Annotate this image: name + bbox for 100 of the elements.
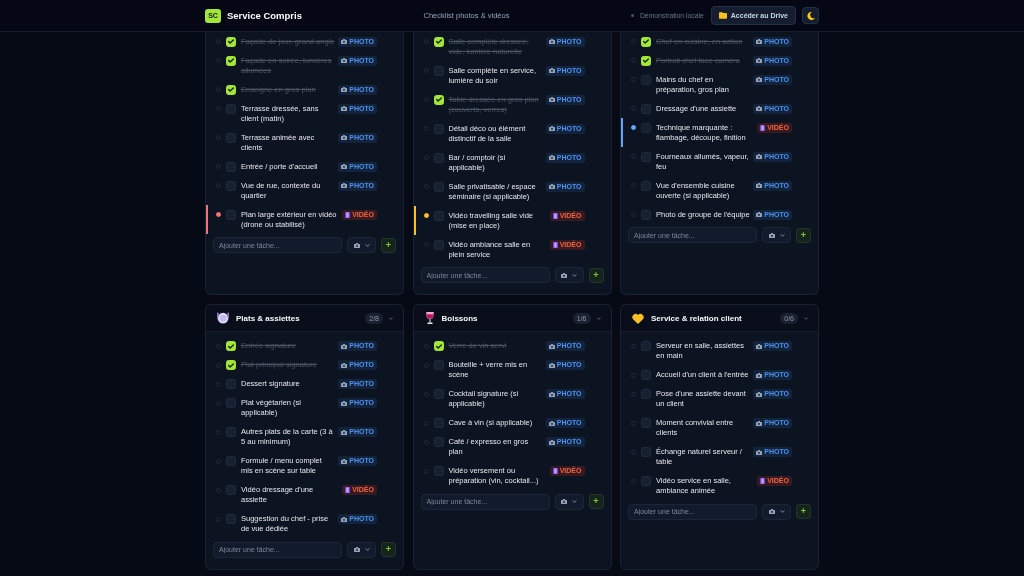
theme-toggle-button[interactable] (802, 7, 819, 24)
camera-icon (341, 58, 348, 63)
checkbox[interactable] (226, 379, 236, 389)
checkbox[interactable] (641, 370, 651, 380)
camera-icon (353, 242, 360, 248)
checkbox[interactable] (433, 239, 444, 250)
checkbox[interactable] (641, 103, 651, 114)
film-icon (552, 212, 558, 219)
camera-icon (561, 272, 567, 278)
camera-icon (756, 58, 763, 63)
add-button[interactable]: + (381, 237, 396, 253)
check-icon (435, 39, 442, 44)
group-title: Boissons (441, 313, 479, 323)
add-button[interactable]: + (796, 504, 811, 519)
checkbox[interactable] (226, 456, 236, 466)
checkbox[interactable] (226, 209, 236, 220)
checkbox[interactable] (433, 210, 444, 221)
checkbox[interactable] (433, 466, 444, 476)
checkbox[interactable] (226, 485, 236, 495)
camera-icon (768, 232, 775, 238)
camera-icon (548, 39, 555, 44)
caret-icon (779, 510, 785, 513)
camera-icon (756, 343, 763, 349)
camera-icon (756, 183, 763, 188)
wine-glass-icon (424, 312, 435, 324)
status-dot-icon (630, 14, 634, 17)
checkbox[interactable] (641, 122, 651, 133)
checkbox[interactable] (226, 161, 236, 172)
heart-icon (632, 312, 644, 324)
camera-icon (561, 499, 567, 504)
film-icon (552, 241, 558, 248)
camera-icon (341, 164, 348, 169)
folder-icon (718, 12, 727, 19)
collapse-icon[interactable] (596, 316, 601, 320)
checkbox[interactable] (433, 389, 444, 399)
type-select[interactable] (762, 503, 791, 520)
checkbox[interactable] (641, 389, 651, 399)
camera-icon (548, 362, 555, 368)
camera-icon (548, 420, 555, 426)
checkbox[interactable] (226, 427, 236, 437)
check-icon (228, 58, 234, 63)
collapse-icon[interactable] (804, 316, 808, 320)
camera-icon (548, 391, 555, 397)
add-button[interactable]: + (381, 542, 396, 557)
checkbox[interactable] (433, 65, 444, 76)
camera-icon (756, 420, 763, 426)
checkbox[interactable] (641, 341, 651, 351)
type-select[interactable] (347, 541, 376, 558)
camera-icon (341, 362, 348, 368)
checkbox[interactable] (641, 74, 651, 85)
checkbox[interactable] (641, 209, 651, 220)
caret-icon (572, 273, 577, 277)
checkbox[interactable] (226, 398, 236, 408)
checkbox[interactable] (433, 181, 444, 192)
camera-icon (341, 183, 348, 188)
collapse-icon[interactable] (389, 316, 393, 320)
camera-icon (548, 68, 555, 73)
check-icon (228, 87, 234, 92)
checkbox[interactable] (433, 152, 444, 163)
add-button[interactable]: + (588, 267, 604, 283)
check-icon (643, 58, 649, 63)
type-select[interactable] (347, 237, 376, 253)
group-title: Plats & assiettes (236, 313, 301, 323)
camera-icon (756, 449, 763, 455)
checkbox[interactable] (641, 418, 651, 428)
caret-icon (572, 500, 577, 503)
checkbox[interactable] (433, 418, 444, 428)
checkbox[interactable] (226, 132, 236, 143)
caret-icon (779, 233, 785, 237)
checkbox[interactable] (226, 514, 236, 524)
type-select[interactable] (554, 493, 584, 510)
checkbox[interactable] (641, 447, 651, 457)
camera-icon (756, 372, 763, 378)
add-button[interactable]: + (796, 227, 811, 243)
checkbox[interactable] (641, 151, 651, 162)
camera-icon (341, 458, 348, 464)
check-icon (228, 362, 234, 368)
add-button[interactable]: + (588, 494, 604, 509)
caret-icon (364, 243, 370, 247)
camera-icon (548, 343, 555, 349)
camera-icon (756, 391, 763, 397)
checkbox[interactable] (433, 123, 444, 134)
checkbox[interactable] (226, 180, 236, 191)
camera-icon (548, 126, 555, 131)
type-select[interactable] (554, 267, 584, 283)
check-icon (435, 343, 442, 349)
checkbox[interactable] (433, 437, 444, 447)
type-select[interactable] (762, 227, 791, 243)
camera-icon (756, 154, 763, 159)
checkbox[interactable] (641, 180, 651, 191)
checkbox[interactable] (226, 103, 236, 114)
checkbox[interactable] (641, 476, 651, 486)
checkbox[interactable] (433, 360, 444, 370)
camera-icon (341, 343, 348, 349)
camera-icon (341, 400, 348, 406)
camera-icon (341, 87, 348, 92)
film-icon (760, 124, 766, 131)
camera-icon (341, 39, 348, 44)
group-title: Service & relation client (651, 313, 743, 323)
film-icon (760, 478, 766, 484)
